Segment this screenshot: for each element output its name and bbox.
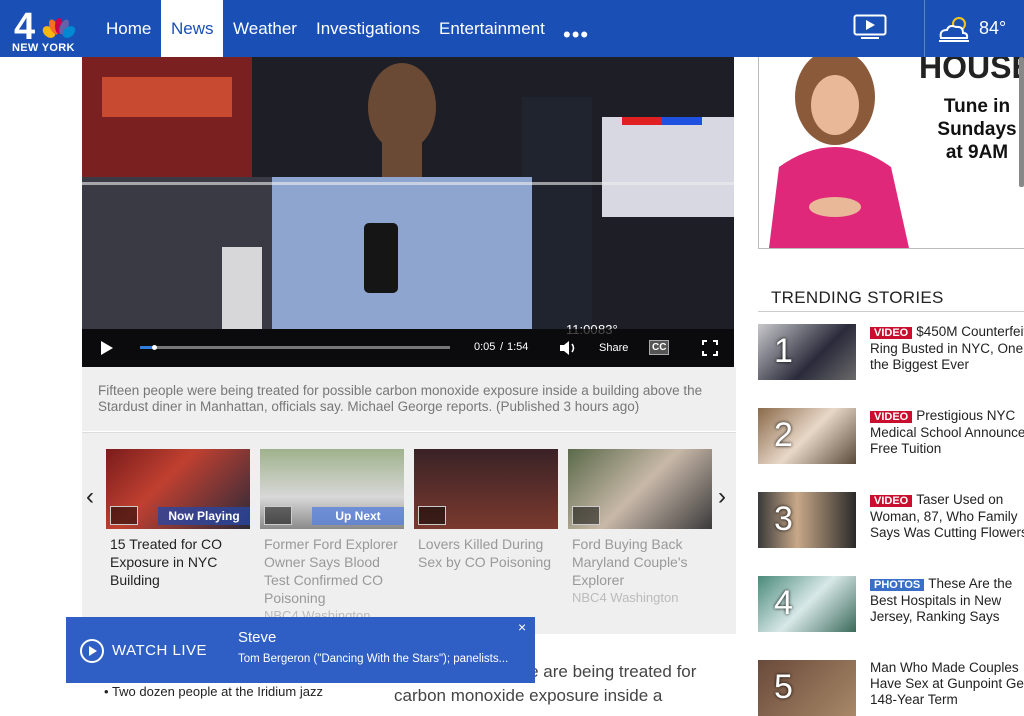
progress-track[interactable] (140, 345, 450, 350)
trending-item-1[interactable]: 1 VIDEO $450M Counterfeit Ring Busted in … (758, 324, 1024, 380)
ad-headline: HOUSE (919, 57, 1024, 85)
related-video-3[interactable]: Lovers Killed During Sex by CO Poisoning (414, 449, 558, 571)
related-video-1[interactable]: Now Playing 15 Treated for CO Exposure i… (106, 449, 250, 589)
article-line-2: carbon monoxide exposure inside a (394, 686, 663, 705)
caption-text: Fifteen people were being treated for po… (98, 383, 703, 414)
up-next-label: Up Next (312, 507, 404, 525)
watch-live-button[interactable]: WATCH LIVE (66, 617, 219, 683)
photos-tag: PHOTOS (870, 579, 925, 591)
sidebar-ad[interactable]: HOUSE Tune in Sundays at 9AM (758, 57, 1024, 249)
related-title-2[interactable]: Former Ford Explorer Owner Says Blood Te… (260, 535, 404, 607)
video-tag: VIDEO (870, 411, 913, 423)
related-thumb-3 (414, 449, 558, 529)
trending-text-5[interactable]: Man Who Made Couples Have Sex at Gunpoin… (870, 660, 1024, 708)
peacock-icon (42, 18, 76, 38)
related-video-4[interactable]: Ford Buying Back Maryland Couple's Explo… (568, 449, 712, 607)
trending-thumb-1 (758, 324, 856, 380)
nav-divider (924, 0, 925, 57)
nav-home[interactable]: Home (96, 0, 161, 57)
trending-thumb-2 (758, 408, 856, 464)
cc-button[interactable]: CC (649, 340, 670, 355)
nav-investigations[interactable]: Investigations (306, 0, 430, 57)
related-title-1[interactable]: 15 Treated for CO Exposure in NYC Buildi… (106, 535, 250, 589)
trending-thumb-5 (758, 660, 856, 716)
video-player[interactable]: 11:00 83° 0:05 / 1:54 Share CC (82, 57, 734, 367)
trending-thumb-4 (758, 576, 856, 632)
trending-item-4[interactable]: 4 PHOTOS These Are the Best Hospitals in … (758, 576, 1024, 632)
top-nav-bar: 4 NEW YORK Home News Weather Investigati… (0, 0, 1024, 57)
trending-number-4: 4 (774, 584, 793, 622)
live-show-title: Steve (238, 629, 277, 646)
article-bullet-text: Two dozen people at the Iridium jazz (111, 684, 323, 699)
page-scrollbar[interactable] (1019, 57, 1024, 187)
play-icon (418, 506, 446, 525)
video-controls: 0:05 / 1:54 Share CC (82, 329, 734, 367)
more-menu-button[interactable]: ••• (563, 22, 589, 48)
related-source-4: NBC4 Washington (572, 590, 679, 605)
ad-tagline: Tune in Sundays at 9AM (937, 96, 1017, 163)
close-icon[interactable]: × (518, 619, 526, 635)
now-playing-label: Now Playing (158, 507, 250, 525)
nbc4-logo[interactable]: 4 NEW YORK (10, 6, 80, 54)
ad-host-image (759, 57, 929, 248)
carousel-prev-arrow[interactable]: ‹ (86, 483, 94, 511)
trending-thumb-3 (758, 492, 856, 548)
related-videos-carousel: ‹ › Now Playing 15 Treated for CO Exposu… (82, 432, 736, 634)
watch-live-label: WATCH LIVE (112, 642, 208, 659)
trending-text-2[interactable]: VIDEO Prestigious NYC Medical School Anno… (870, 408, 1024, 457)
progress-knob[interactable] (151, 345, 157, 350)
trending-divider (758, 311, 1024, 312)
trending-number-5: 5 (774, 668, 793, 706)
nav-entertainment[interactable]: Entertainment (429, 0, 555, 57)
trending-number-2: 2 (774, 416, 793, 454)
nav-weather[interactable]: Weather (223, 0, 307, 57)
related-thumb-2: Up Next (260, 449, 404, 529)
article-bullet: • Two dozen people at the Iridium jazz (104, 684, 323, 699)
related-thumb-1: Now Playing (106, 449, 250, 529)
related-thumb-4 (568, 449, 712, 529)
weather-temp: 84° (979, 18, 1007, 38)
play-icon (264, 506, 292, 525)
related-title-4[interactable]: Ford Buying Back Maryland Couple's Explo… (568, 535, 712, 589)
play-icon (572, 506, 600, 525)
trending-item-3[interactable]: 3 VIDEO Taser Used on Woman, 87, Who Fami… (758, 492, 1024, 548)
time-separator: / (500, 341, 504, 353)
play-icon[interactable] (100, 340, 114, 356)
trending-item-2[interactable]: 2 VIDEO Prestigious NYC Medical School An… (758, 408, 1024, 464)
play-circle-icon (80, 639, 104, 663)
video-tag: VIDEO (870, 327, 913, 339)
watch-live-bar[interactable]: WATCH LIVE Steve Tom Bergeron ("Dancing … (66, 617, 535, 683)
nav-news[interactable]: News (161, 0, 223, 57)
trending-number-3: 3 (774, 500, 793, 538)
live-show-description: Tom Bergeron ("Dancing With the Stars");… (238, 653, 509, 665)
trending-text-1[interactable]: VIDEO $450M Counterfeit Ring Busted in NY… (870, 324, 1024, 373)
fullscreen-icon[interactable] (702, 340, 718, 356)
trending-heading: TRENDING STORIES (771, 288, 944, 307)
trending-item-5[interactable]: 5 Man Who Made Couples Have Sex at Gunpo… (758, 660, 1024, 716)
weather-widget[interactable]: 84° (935, 14, 1015, 44)
video-icon[interactable] (853, 14, 887, 40)
video-duration: 1:54 (507, 341, 529, 353)
share-button[interactable]: Share (599, 342, 628, 354)
volume-icon[interactable] (559, 340, 577, 356)
partly-cloudy-icon (939, 17, 969, 42)
related-title-3[interactable]: Lovers Killed During Sex by CO Poisoning (414, 535, 558, 571)
video-tag: VIDEO (870, 495, 913, 507)
logo-city: NEW YORK (12, 42, 75, 54)
video-frame-image (82, 57, 734, 329)
play-icon (110, 506, 138, 525)
related-video-2[interactable]: Up Next Former Ford Explorer Owner Says … (260, 449, 404, 625)
video-current-time: 0:05 (474, 341, 496, 353)
trending-number-1: 1 (774, 332, 793, 370)
trending-text-4[interactable]: PHOTOS These Are the Best Hospitals in Ne… (870, 576, 1024, 625)
trending-text-3[interactable]: VIDEO Taser Used on Woman, 87, Who Family… (870, 492, 1024, 541)
carousel-next-arrow[interactable]: › (718, 483, 726, 511)
video-caption: Fifteen people were being treated for po… (82, 367, 736, 431)
